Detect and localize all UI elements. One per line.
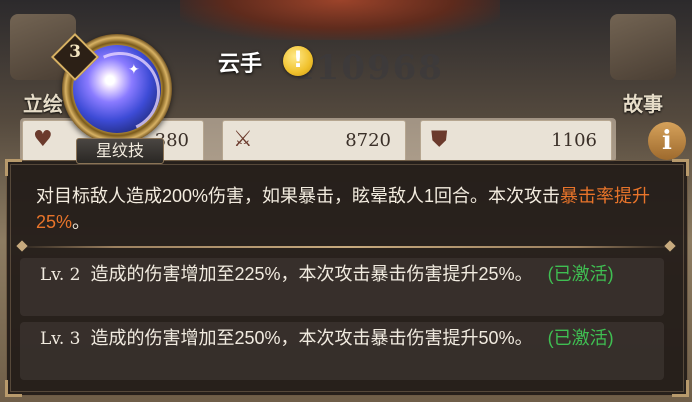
exclamation-icon[interactable]: ! [283, 46, 313, 76]
level-badge-number: 3 [69, 42, 81, 62]
level-effect: 造成的伤害增加至225%，本次攻击暴击伤害提升25%。 [90, 264, 533, 284]
stat-attack-value: 8720 [345, 130, 391, 151]
panel-corner [672, 159, 689, 176]
sparkle-icon: ✦ [128, 62, 140, 78]
level-status: (已激活) [547, 264, 614, 284]
level-label: Lv. 2 [40, 265, 81, 285]
skill-description: 对目标敌人造成200%伤害，如果暴击，眩晕敌人1回合。本次攻击暴击率提升25%。 [36, 183, 656, 235]
level-2-text: Lv. 2 造成的伤害增加至225%，本次攻击暴击伤害提升25%。 (已激活) [40, 261, 640, 289]
panel-corner [5, 380, 22, 397]
section-divider [16, 240, 676, 252]
panel-corner [672, 380, 689, 397]
description-end: 。 [72, 212, 91, 232]
level-label: Lv. 3 [40, 329, 81, 349]
panel-corner [5, 159, 22, 176]
stat-defense: ⛊ 1106 [420, 120, 612, 162]
level-effect: 造成的伤害增加至250%，本次攻击暴击伤害提升50%。 [90, 328, 533, 348]
stat-attack: ⚔ 8720 [222, 120, 406, 162]
background-score: 410968 [290, 48, 444, 88]
sword-icon: ⚔ [233, 127, 253, 152]
heart-icon: ♥ [33, 127, 53, 152]
story-button-label: 故事 [623, 92, 663, 116]
skill-name: 云手 [218, 51, 263, 76]
skill-type-tag: 星纹技 [76, 138, 164, 164]
skill-icon-frame: ✦ 3 星纹技 [50, 32, 182, 164]
description-text: 对目标敌人造成200%伤害，如果暴击，眩晕敌人1回合。本次攻击 [36, 186, 561, 206]
info-button[interactable]: i [648, 122, 686, 160]
scroll-icon [610, 14, 676, 80]
story-button[interactable]: 故事 [600, 10, 686, 118]
level-status: (已激活) [547, 328, 614, 348]
stat-defense-value: 1106 [551, 130, 597, 151]
level-3-text: Lv. 3 造成的伤害增加至250%，本次攻击暴击伤害提升50%。 (已激活) [40, 325, 640, 353]
shield-icon: ⛊ [431, 127, 448, 152]
background-glow [180, 0, 500, 40]
